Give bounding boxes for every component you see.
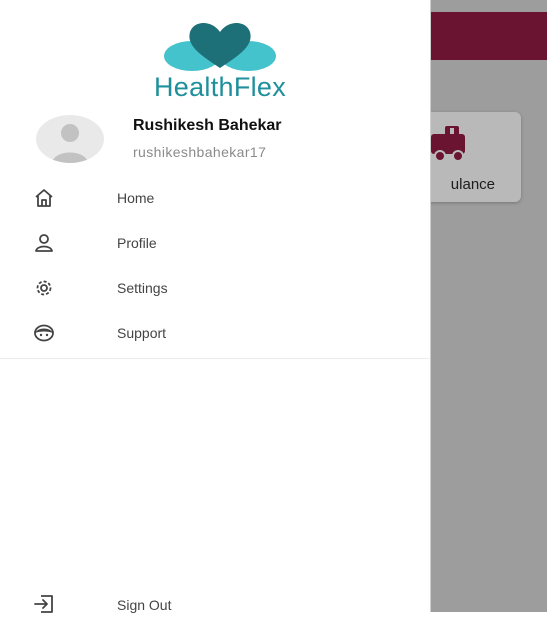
sign-out-label: Sign Out xyxy=(117,597,172,613)
user-header[interactable]: Rushikesh Bahekar rushikeshbahekar17 xyxy=(36,113,416,165)
sign-out-button[interactable]: Sign Out xyxy=(0,585,430,613)
profile-icon xyxy=(32,232,56,254)
settings-icon xyxy=(32,277,56,299)
drawer-menu: Home Profile Settings Support xyxy=(0,175,430,355)
menu-item-label: Profile xyxy=(117,235,157,251)
navigation-drawer: HealthFlex Rushikesh Bahekar rushikeshba… xyxy=(0,0,431,613)
menu-divider xyxy=(0,358,430,359)
menu-item-home[interactable]: Home xyxy=(0,175,430,220)
menu-item-label: Settings xyxy=(117,280,168,296)
healthflex-logo: HealthFlex xyxy=(100,14,340,102)
menu-item-profile[interactable]: Profile xyxy=(0,220,430,265)
menu-item-settings[interactable]: Settings xyxy=(0,265,430,310)
user-handle: rushikeshbahekar17 xyxy=(133,144,267,160)
home-icon xyxy=(32,187,56,209)
person-avatar-icon xyxy=(36,115,104,163)
support-icon xyxy=(32,322,56,344)
app-name: HealthFlex xyxy=(153,72,287,102)
heart-logo-icon xyxy=(150,16,290,77)
ambulance-icon xyxy=(425,120,471,171)
menu-item-label: Support xyxy=(117,325,167,341)
user-name: Rushikesh Bahekar xyxy=(133,117,282,134)
menu-item-support[interactable]: Support xyxy=(0,310,430,355)
menu-item-label: Home xyxy=(117,190,155,206)
